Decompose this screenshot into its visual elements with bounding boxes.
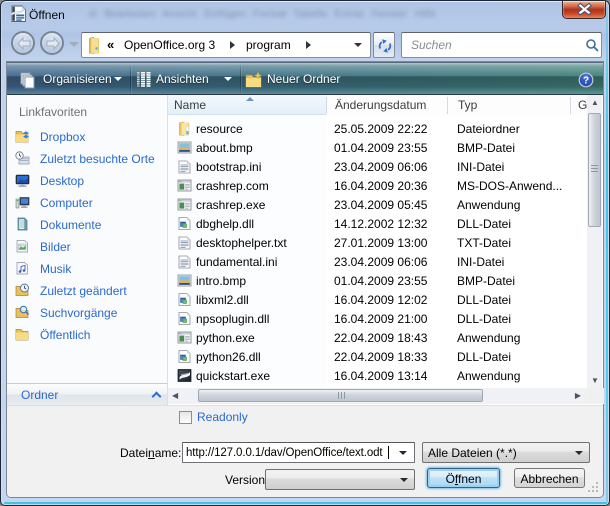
svg-text:?: ? xyxy=(583,76,589,87)
